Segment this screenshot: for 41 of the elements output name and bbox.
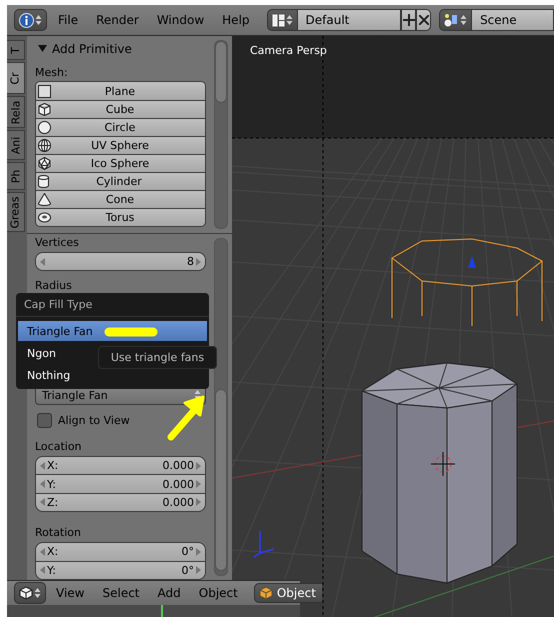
viewport-label: Camera Persp xyxy=(250,44,327,57)
panel-tab[interactable]: Ph xyxy=(7,162,25,190)
panel-title[interactable]: Add Primitive xyxy=(52,42,132,56)
panel-tab[interactable]: Ani xyxy=(7,130,25,160)
mode-selector[interactable]: Object xyxy=(254,583,322,603)
scene-name-field[interactable]: Scene xyxy=(472,9,554,31)
number-field[interactable]: Y: 0° xyxy=(36,560,205,579)
panel-tab[interactable]: T xyxy=(7,40,25,60)
tooltip: Use triangle fans xyxy=(98,346,217,369)
field-label: Rotation xyxy=(35,525,82,542)
number-field[interactable]: X: 0° xyxy=(36,543,205,561)
number-field[interactable]: 8 xyxy=(36,253,205,270)
add-mesh-button[interactable]: Ico Sphere xyxy=(36,154,205,172)
add-mesh-button[interactable]: Cylinder xyxy=(36,172,205,190)
checkbox-label: Align to View xyxy=(58,414,130,427)
add-mesh-button[interactable]: Plane xyxy=(36,82,205,100)
field-label: Vertices xyxy=(35,235,80,251)
menu-title: Cap Fill Type xyxy=(16,296,209,317)
field-label: Location xyxy=(35,438,83,455)
menu-item[interactable]: File xyxy=(51,13,86,27)
number-field[interactable]: Y: 0.000 xyxy=(36,474,205,493)
menu-item[interactable]: Add xyxy=(150,586,189,600)
add-mesh-button[interactable]: Cone xyxy=(36,190,205,208)
menu-item[interactable]: Window xyxy=(150,13,212,27)
menu-item[interactable]: Help xyxy=(215,13,257,27)
panel-tab[interactable]: Greas xyxy=(7,192,25,232)
menu-item[interactable]: Select xyxy=(94,586,148,600)
menu-item[interactable]: Object xyxy=(190,586,246,600)
add-mesh-button[interactable]: Circle xyxy=(36,118,205,136)
number-field[interactable]: X: 0.000 xyxy=(36,456,205,474)
menu-item[interactable]: Render xyxy=(89,13,146,27)
panel-tab[interactable]: Cr xyxy=(7,62,25,94)
field-label: Radius xyxy=(35,278,73,294)
add-mesh-button[interactable]: Cube xyxy=(36,100,205,118)
add-mesh-button[interactable]: UV Sphere xyxy=(36,136,205,154)
layout-name-field[interactable]: Default xyxy=(298,9,402,31)
add-mesh-button[interactable]: Torus xyxy=(36,208,205,226)
section-label: Mesh: xyxy=(35,65,69,81)
menu-item[interactable]: View xyxy=(48,586,92,600)
panel-tab[interactable]: Rela xyxy=(7,96,25,128)
number-field[interactable]: Z: 0.000 xyxy=(36,492,205,512)
